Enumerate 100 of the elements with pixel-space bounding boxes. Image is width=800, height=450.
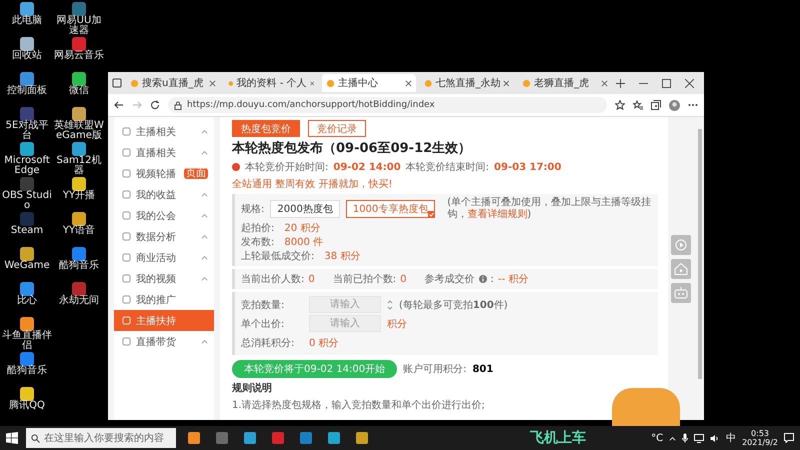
- sidebar-item[interactable]: 我的视频: [114, 268, 214, 289]
- caret-icon[interactable]: [201, 192, 208, 197]
- input-method-text[interactable]: 中: [726, 431, 736, 445]
- app-icon[interactable]: [20, 282, 34, 296]
- microphone-icon[interactable]: [682, 433, 688, 443]
- close-icon[interactable]: [405, 80, 412, 86]
- app-icon[interactable]: [72, 282, 86, 296]
- app-icon[interactable]: [20, 352, 34, 366]
- clock[interactable]: 0:53 2021/9/2: [742, 429, 778, 447]
- field-value: 20 积分: [284, 222, 320, 235]
- desktop-icon-label: 永劫无间: [58, 296, 100, 306]
- page-title: 本轮热度包发布（09-06至09-12生效）: [232, 140, 472, 157]
- start-icon[interactable]: [6, 432, 18, 444]
- app-icon[interactable]: [20, 37, 34, 51]
- caret-icon[interactable]: [201, 213, 208, 218]
- caret-icon[interactable]: [201, 276, 208, 281]
- caret-icon[interactable]: [201, 339, 208, 344]
- badge: 页面: [184, 168, 208, 179]
- desktop-icon-label: YY语音: [62, 226, 96, 236]
- sidebar-item[interactable]: 我的公会: [114, 205, 214, 226]
- caret-icon[interactable]: [201, 150, 208, 155]
- back-icon[interactable]: [114, 100, 124, 110]
- stat-value: 0: [400, 274, 406, 284]
- sidebar-item[interactable]: 直播带货: [114, 331, 214, 352]
- speaker-icon[interactable]: [710, 434, 720, 442]
- site-icon: [424, 78, 432, 88]
- network-icon[interactable]: [694, 434, 704, 442]
- input-field[interactable]: 请输入: [309, 315, 381, 332]
- browser-tab[interactable]: 主播中心: [322, 74, 416, 92]
- time-value: 09-02 14:00: [333, 162, 401, 172]
- app-icon[interactable]: [20, 2, 34, 16]
- favorites-icon[interactable]: [633, 100, 643, 110]
- spec-option[interactable]: 2000热度包: [270, 200, 340, 218]
- sidebar-item[interactable]: 主播相关: [114, 121, 214, 142]
- browser-tab[interactable]: 搜索u直播_虎: [126, 74, 220, 92]
- square-icon: [122, 148, 131, 157]
- sidebar-item[interactable]: 直播相关: [114, 142, 214, 163]
- input-field[interactable]: 请输入: [309, 296, 381, 313]
- profile-icon[interactable]: [669, 100, 680, 110]
- balance-label: 账户可用积分:: [403, 362, 466, 376]
- maximize-icon[interactable]: [662, 78, 671, 88]
- app-icon[interactable]: [20, 72, 34, 86]
- close-icon[interactable]: [503, 80, 510, 86]
- stat-value: 0: [308, 274, 315, 284]
- collections-icon[interactable]: [651, 100, 661, 110]
- close-icon[interactable]: [209, 80, 216, 86]
- caret-icon[interactable]: [201, 255, 208, 260]
- spec-label: 规格:: [241, 202, 264, 216]
- app-icon[interactable]: [72, 142, 86, 156]
- app-icon[interactable]: [72, 72, 86, 86]
- address-bar[interactable]: https://mp.douyu.com/anchorsupport/hotBidding/index: [168, 97, 607, 113]
- caret-icon[interactable]: [201, 129, 208, 134]
- stat-label: 参考成交价: [424, 272, 474, 286]
- desktop-icon-label: YY开播: [62, 191, 96, 201]
- field-value: 0 积分: [309, 336, 339, 350]
- sidebar-item[interactable]: 商业活动: [114, 247, 214, 268]
- browser-tab[interactable]: 七煞直播_永劫: [420, 74, 514, 92]
- search-field[interactable]: 在这里输入你要搜索的内容: [26, 428, 176, 448]
- caret-icon[interactable]: [201, 234, 208, 239]
- scrollbar[interactable]: [698, 129, 702, 379]
- chevron-up-icon[interactable]: [669, 436, 676, 440]
- app-icon[interactable]: [72, 107, 86, 121]
- spinner-icon[interactable]: [387, 298, 393, 310]
- desktop-icon-label: Sam12机器: [56, 156, 102, 176]
- square-icon: [122, 211, 131, 220]
- app-icon[interactable]: [72, 212, 86, 226]
- field-label: 发布数:: [241, 236, 274, 249]
- tab-actions-icon[interactable]: [112, 78, 122, 88]
- sidebar-item[interactable]: 我的推广: [114, 289, 214, 310]
- close-icon[interactable]: [685, 78, 694, 88]
- sidebar-item[interactable]: 数据分析: [114, 226, 214, 247]
- app-icon[interactable]: [72, 37, 86, 51]
- close-icon[interactable]: [601, 80, 608, 86]
- sidebar-item[interactable]: 视频轮播 页面: [114, 163, 214, 184]
- sidebar-item[interactable]: 我的收益: [114, 184, 214, 205]
- app-icon[interactable]: [72, 177, 86, 191]
- app-icon[interactable]: [72, 247, 86, 261]
- close-icon[interactable]: [310, 80, 314, 86]
- new-tab-icon[interactable]: [616, 78, 625, 88]
- alert-icon: [232, 163, 240, 171]
- square-icon: [122, 295, 131, 304]
- app-icon[interactable]: [20, 142, 34, 156]
- info-icon[interactable]: [478, 275, 486, 283]
- refresh-icon[interactable]: [150, 100, 160, 110]
- desktop-icon-label: 5E对战平台: [4, 121, 50, 141]
- square-icon: [122, 316, 131, 325]
- desktop-icon-label: Steam: [10, 226, 44, 236]
- app-icon[interactable]: [20, 317, 34, 331]
- notification-icon[interactable]: [784, 433, 794, 443]
- site-icon: [130, 78, 139, 88]
- app-icon[interactable]: [20, 387, 34, 401]
- browser-tab[interactable]: 我的资料 - 个人: [224, 74, 318, 92]
- more-icon[interactable]: [688, 103, 698, 107]
- stat-label: 当前已拍个数:: [332, 272, 396, 286]
- field-label: 竞拍数量:: [241, 298, 286, 312]
- field-label: 起拍价:: [241, 222, 274, 235]
- browser-tab[interactable]: 老狮直播_虎: [518, 74, 612, 92]
- spec-note: (单个主播可叠加使用，叠加上限与主播等级挂钩，查看详细规则): [446, 197, 652, 221]
- app-icon[interactable]: [20, 247, 34, 261]
- star-icon[interactable]: [615, 100, 625, 110]
